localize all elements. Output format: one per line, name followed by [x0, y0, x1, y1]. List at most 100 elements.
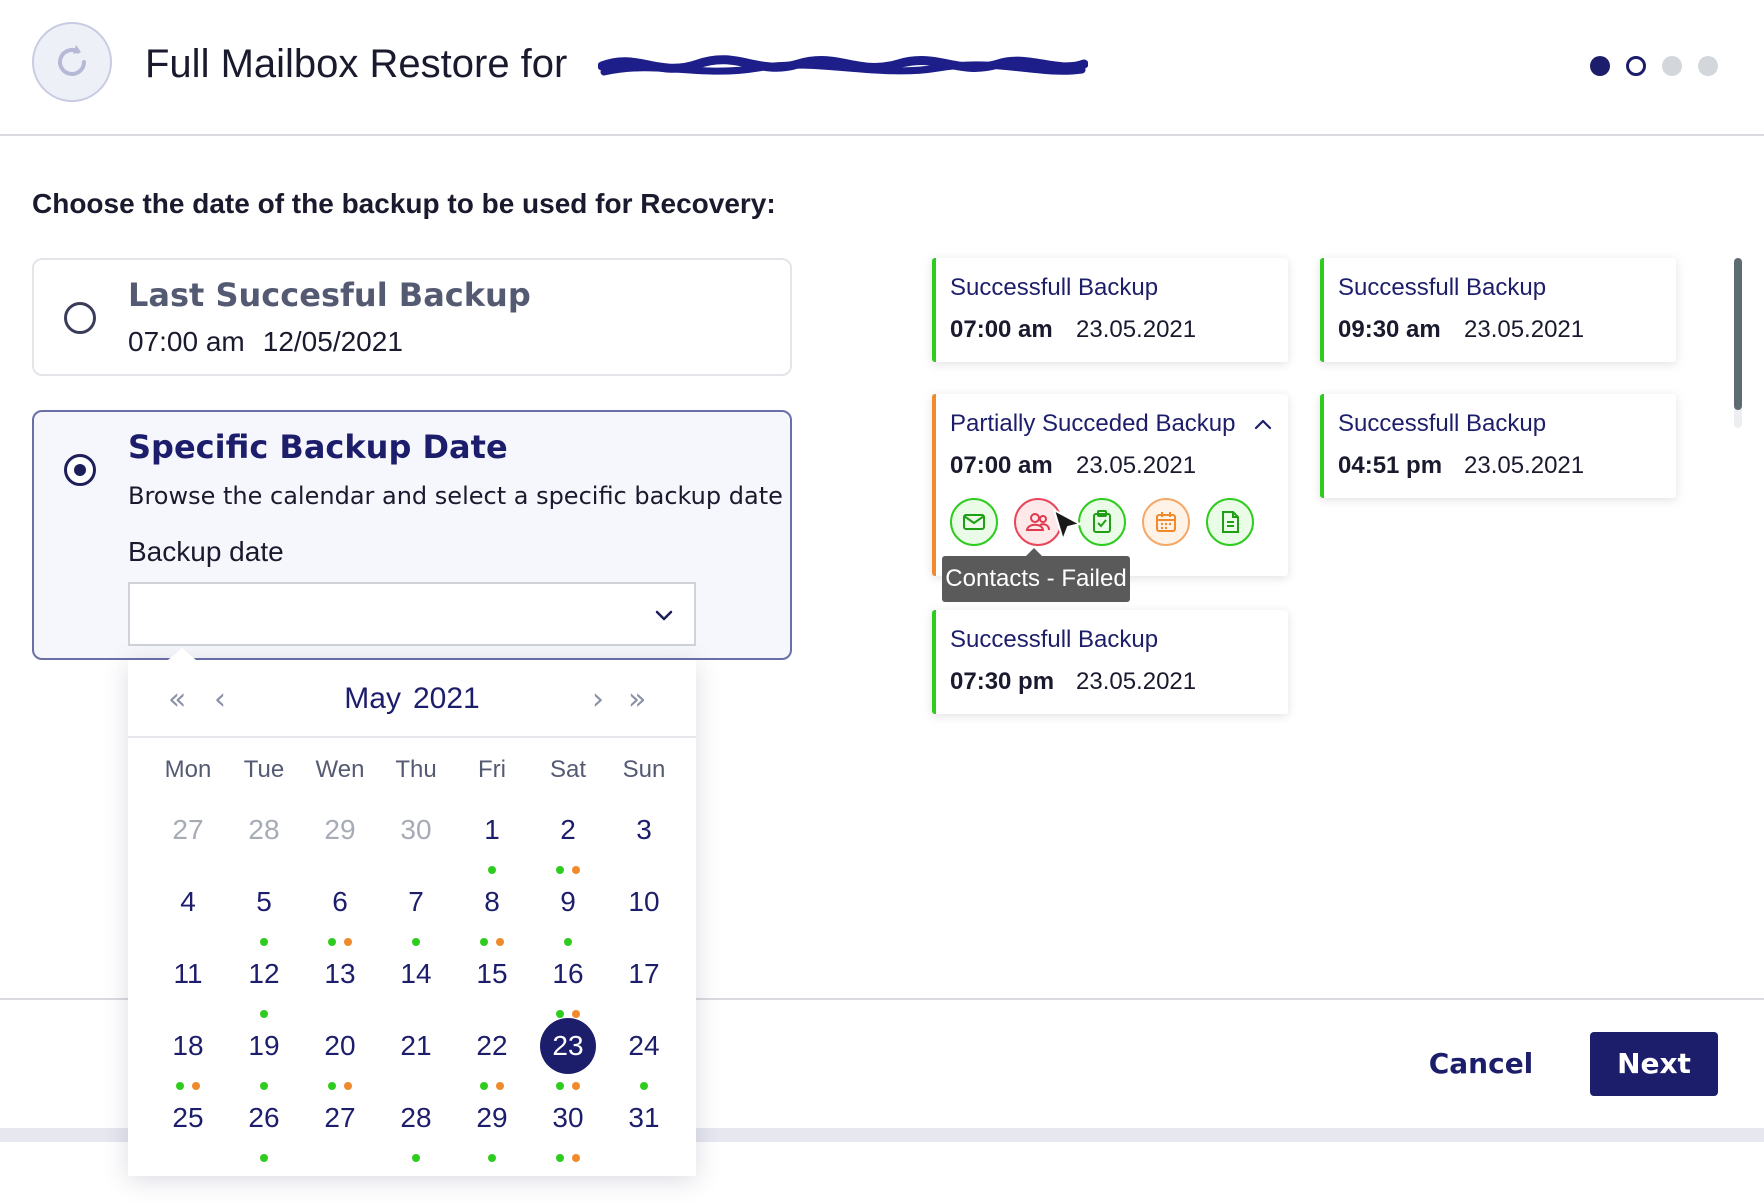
partial-dot: [572, 1154, 580, 1162]
calendar-day[interactable]: 19: [236, 1018, 292, 1074]
tasks-icon[interactable]: [1078, 498, 1126, 546]
calendar-year[interactable]: 2021: [413, 682, 480, 715]
backup-time: 07:00 am: [950, 452, 1053, 479]
step-1-dot: [1590, 56, 1610, 76]
success-dot: [260, 1082, 268, 1090]
calendar-day[interactable]: 20: [312, 1018, 368, 1074]
calendar-day[interactable]: 10: [616, 874, 672, 930]
option-datetime: 07:00 am 12/05/2021: [128, 326, 421, 358]
next-month-icon[interactable]: ›: [592, 682, 604, 717]
calendar-day[interactable]: 17: [616, 946, 672, 1002]
calendar-day[interactable]: 14: [388, 946, 444, 1002]
backup-card[interactable]: Successfull Backup 09:30 am 23.05.2021: [1320, 258, 1676, 362]
calendar-day[interactable]: 21: [388, 1018, 444, 1074]
calendar-day[interactable]: 23: [540, 1018, 596, 1074]
calendar-day[interactable]: 6: [312, 874, 368, 930]
radio-specific-date[interactable]: [64, 454, 96, 486]
next-button[interactable]: Next: [1590, 1032, 1718, 1096]
radio-last-backup[interactable]: [64, 302, 96, 334]
backup-date: 23.05.2021: [1076, 668, 1197, 695]
calendar-day[interactable]: 31: [616, 1090, 672, 1146]
cancel-button[interactable]: Cancel: [1416, 1032, 1546, 1096]
backup-date-dropdown[interactable]: [128, 582, 696, 646]
success-dot: [176, 1082, 184, 1090]
weekday-label: Sat: [549, 756, 587, 783]
calendar-day[interactable]: 27: [312, 1090, 368, 1146]
success-dot: [556, 1154, 564, 1162]
calendar-day[interactable]: 24: [616, 1018, 672, 1074]
success-dot: [412, 938, 420, 946]
partial-dot: [192, 1082, 200, 1090]
scrollbar-thumb[interactable]: [1734, 258, 1742, 410]
calendar-day[interactable]: 25: [160, 1090, 216, 1146]
backup-time: 07:30 pm: [950, 668, 1055, 695]
weekday-label: Fri: [478, 756, 506, 783]
calendar-day[interactable]: 2: [540, 802, 596, 858]
calendar-day[interactable]: 28: [388, 1090, 444, 1146]
success-dot: [480, 938, 488, 946]
backup-status-title: Successfull Backup: [950, 626, 1159, 653]
success-dot: [480, 1082, 488, 1090]
calendar-day[interactable]: 8: [464, 874, 520, 930]
mail-icon[interactable]: [950, 498, 998, 546]
calendar-day[interactable]: 29: [312, 802, 368, 858]
calendar-day[interactable]: 27: [160, 802, 216, 858]
partial-dot: [496, 1082, 504, 1090]
document-icon[interactable]: [1206, 498, 1254, 546]
calendar-day[interactable]: 28: [236, 802, 292, 858]
option-title: Last Succesful Backup: [128, 276, 531, 314]
backup-card[interactable]: Partially Succeded Backup 07:00 am 23.05.2…: [932, 394, 1288, 576]
backup-date: 23.05.2021: [1076, 316, 1197, 343]
service-tooltip: Contacts - Failed: [942, 548, 1130, 602]
success-dot: [556, 866, 564, 874]
partial-dot: [572, 866, 580, 874]
partial-dot: [496, 938, 504, 946]
date-picker-calendar: « ‹ May 2021 › » Mon Tue Wen Thu Fri Sat Sun 27…: [128, 648, 696, 1176]
calendar-day[interactable]: 3: [616, 802, 672, 858]
chevron-up-icon[interactable]: [1252, 414, 1274, 440]
calendar-day[interactable]: 22: [464, 1018, 520, 1074]
option-description: Browse the calendar and select a specifi…: [128, 482, 783, 510]
success-dot: [556, 1082, 564, 1090]
calendar-day[interactable]: 16: [540, 946, 596, 1002]
success-dot: [260, 1154, 268, 1162]
calendar-month[interactable]: May: [344, 682, 401, 715]
weekday-label: Thu: [395, 756, 437, 783]
calendar-day[interactable]: 9: [540, 874, 596, 930]
success-dot: [488, 1154, 496, 1162]
option-specific-backup-date[interactable]: Specific Backup Date Browse the calendar…: [32, 410, 792, 660]
calendar-day[interactable]: 4: [160, 874, 216, 930]
next-year-icon[interactable]: »: [628, 682, 646, 717]
calendar-day[interactable]: 11: [160, 946, 216, 1002]
page-title: Full Mailbox Restore for: [145, 42, 568, 86]
calendar-day[interactable]: 1: [464, 802, 520, 858]
calendar-day[interactable]: 5: [236, 874, 292, 930]
backup-status-title: Partially Succeded Backup: [950, 410, 1236, 437]
success-dot: [564, 938, 572, 946]
backup-time: 09:30 am: [1338, 316, 1441, 343]
calendar-day[interactable]: 15: [464, 946, 520, 1002]
option-last-successful-backup[interactable]: Last Succesful Backup 07:00 am 12/05/2021: [32, 258, 792, 376]
calendar-day[interactable]: 13: [312, 946, 368, 1002]
redacted-email: [597, 44, 1089, 88]
restore-icon: [32, 22, 112, 102]
calendar-day[interactable]: 29: [464, 1090, 520, 1146]
weekday-label: Sun: [622, 756, 666, 783]
calendar-day[interactable]: 18: [160, 1018, 216, 1074]
backup-time: 04:51 pm: [1338, 452, 1443, 479]
calendar-day[interactable]: 30: [388, 802, 444, 858]
step-4-dot: [1698, 56, 1718, 76]
partial-dot: [572, 1010, 580, 1018]
calendar-month-year: May 2021: [128, 682, 696, 716]
calendar-header: « ‹ May 2021 › »: [128, 660, 696, 738]
backup-time: 07:00 am: [950, 316, 1053, 343]
step-2-dot: [1626, 56, 1646, 76]
calendar-icon[interactable]: [1142, 498, 1190, 546]
backup-card[interactable]: Successfull Backup 07:00 am 23.05.2021: [932, 258, 1288, 362]
backup-card[interactable]: Successfull Backup 07:30 pm 23.05.2021: [932, 610, 1288, 714]
calendar-day[interactable]: 26: [236, 1090, 292, 1146]
calendar-day[interactable]: 7: [388, 874, 444, 930]
backup-card[interactable]: Successfull Backup 04:51 pm 23.05.2021: [1320, 394, 1676, 498]
calendar-day[interactable]: 12: [236, 946, 292, 1002]
calendar-day[interactable]: 30: [540, 1090, 596, 1146]
